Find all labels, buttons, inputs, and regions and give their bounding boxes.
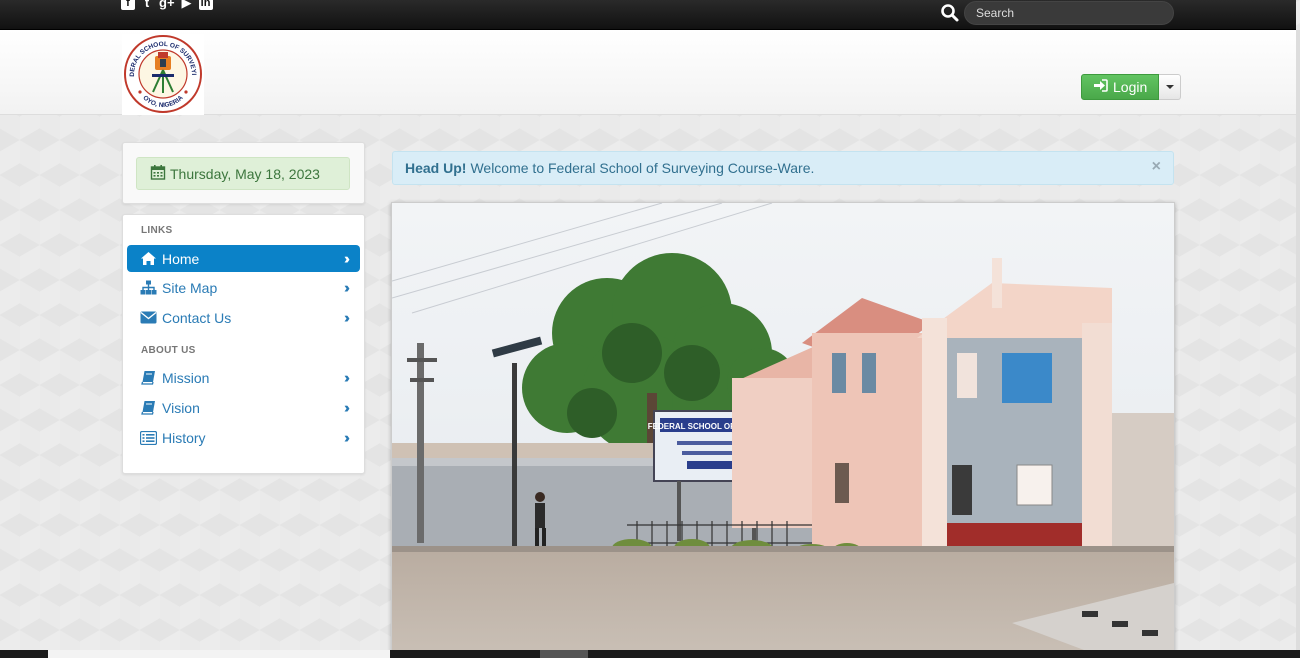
date-badge: Thursday, May 18, 2023 bbox=[136, 157, 350, 190]
google-plus-icon[interactable]: g+ bbox=[159, 0, 175, 10]
login-button[interactable]: Login bbox=[1081, 74, 1160, 100]
search-icon[interactable] bbox=[940, 3, 960, 23]
twitter-icon[interactable]: t bbox=[140, 0, 154, 10]
alert-title: Head Up! bbox=[405, 160, 467, 176]
nav-item-label: Mission bbox=[162, 369, 210, 386]
nav-item-label: History bbox=[162, 429, 206, 446]
nav-item-site-map[interactable]: Site Map ›› bbox=[127, 274, 360, 301]
book-icon bbox=[140, 400, 157, 415]
nav-item-vision[interactable]: Vision ›› bbox=[127, 394, 360, 421]
campus-photo: FEDERAL SCHOOL OF SURVEYING bbox=[391, 202, 1175, 652]
site-header: FEDERAL SCHOOL OF SURVEYING OYO, NIGERIA bbox=[0, 29, 1296, 115]
login-button-group: Login bbox=[1081, 74, 1182, 100]
sitemap-icon bbox=[140, 280, 157, 295]
chevron-right-icon: ›› bbox=[344, 279, 350, 296]
top-bar: f t g+ ▶ in bbox=[0, 0, 1296, 30]
chevron-right-icon: ›› bbox=[344, 429, 350, 446]
welcome-alert: Head Up! Welcome to Federal School of Su… bbox=[392, 151, 1174, 185]
nav-header-links: LINKS bbox=[141, 225, 173, 236]
book-icon bbox=[140, 370, 157, 385]
social-links: f t g+ ▶ in bbox=[121, 0, 213, 10]
nav-item-history[interactable]: History ›› bbox=[127, 424, 360, 451]
nav-header-about-us: ABOUT US bbox=[141, 345, 196, 356]
list-icon bbox=[140, 430, 157, 445]
home-icon bbox=[140, 251, 157, 266]
sidebar-nav: LINKS Home ›› Site Map ›› Contact Us ›› … bbox=[122, 214, 365, 474]
nav-item-mission[interactable]: Mission ›› bbox=[127, 364, 360, 391]
chevron-right-icon: ›› bbox=[344, 309, 350, 326]
chevron-right-icon: ›› bbox=[344, 399, 350, 416]
facebook-icon[interactable]: f bbox=[121, 0, 135, 10]
nav-item-label: Site Map bbox=[162, 279, 218, 296]
login-label: Login bbox=[1113, 79, 1148, 95]
youtube-icon[interactable]: ▶ bbox=[180, 0, 194, 10]
nav-item-label: Home bbox=[162, 250, 200, 267]
date-panel: Thursday, May 18, 2023 bbox=[122, 142, 365, 204]
current-date: Thursday, May 18, 2023 bbox=[170, 165, 320, 182]
nav-item-label: Vision bbox=[162, 399, 200, 416]
close-icon[interactable]: × bbox=[1152, 158, 1161, 176]
sign-in-icon bbox=[1093, 79, 1108, 95]
linkedin-icon[interactable]: in bbox=[198, 0, 213, 10]
login-dropdown-toggle[interactable] bbox=[1159, 74, 1182, 100]
bottom-strip bbox=[0, 650, 1300, 658]
search-input[interactable] bbox=[964, 0, 1174, 25]
school-logo[interactable]: FEDERAL SCHOOL OF SURVEYING OYO, NIGERIA bbox=[119, 29, 204, 115]
calendar-icon bbox=[150, 164, 166, 183]
alert-message: Welcome to Federal School of Surveying C… bbox=[470, 160, 815, 176]
nav-item-contact-us[interactable]: Contact Us ›› bbox=[127, 304, 360, 331]
caret-down-icon bbox=[1165, 85, 1174, 89]
envelope-icon bbox=[140, 310, 157, 325]
nav-item-home[interactable]: Home ›› bbox=[127, 245, 360, 272]
chevron-right-icon: ›› bbox=[344, 250, 350, 267]
scrollbar-track[interactable] bbox=[1296, 30, 1300, 650]
chevron-right-icon: ›› bbox=[344, 369, 350, 386]
search-form bbox=[940, 0, 1174, 25]
nav-item-label: Contact Us bbox=[162, 309, 232, 326]
